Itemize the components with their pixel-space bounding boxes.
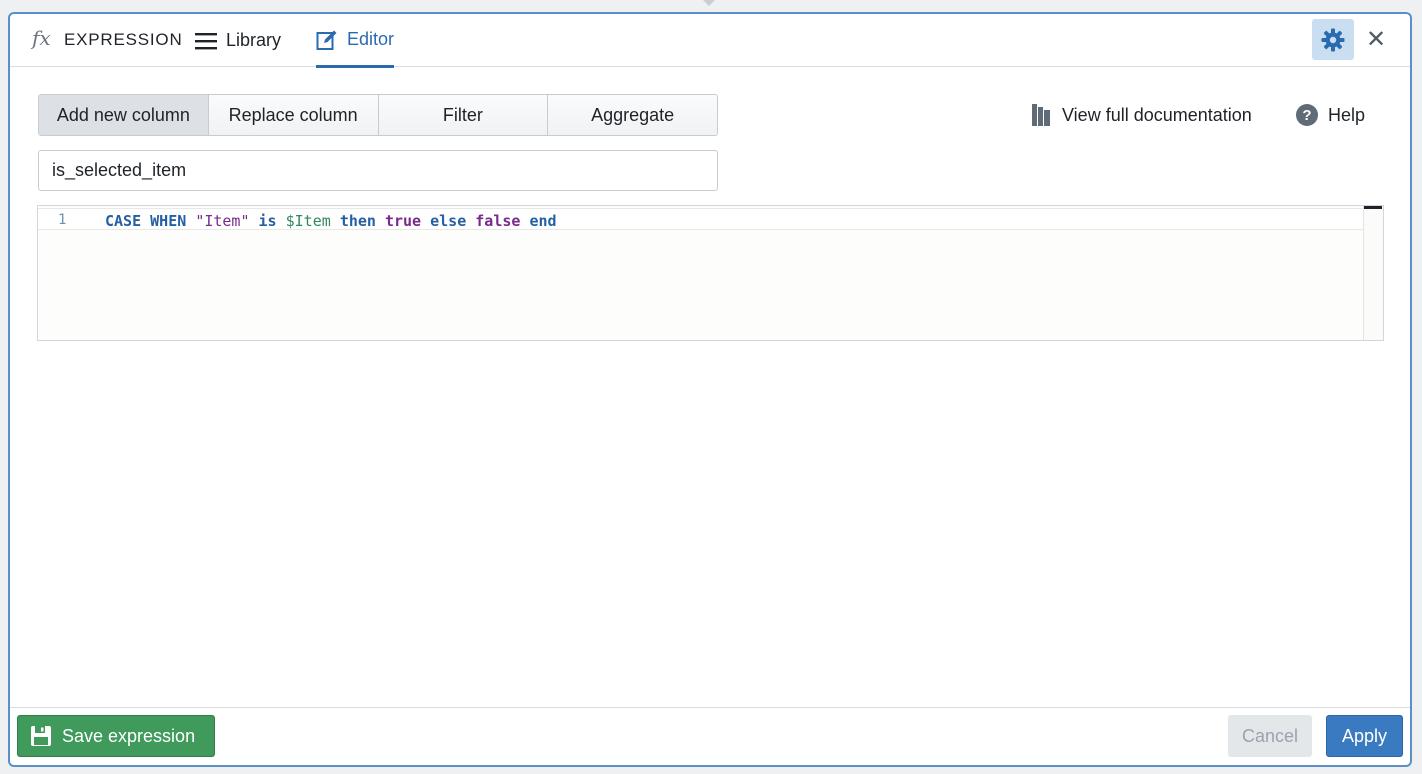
settings-button[interactable]: [1312, 19, 1354, 60]
gear-icon: [1321, 28, 1345, 51]
code-variable: $Item: [285, 212, 331, 230]
close-icon: ✕: [1365, 25, 1387, 53]
documentation-label: View full documentation: [1062, 104, 1252, 125]
cancel-button[interactable]: Cancel: [1228, 715, 1312, 757]
menu-icon: [195, 32, 217, 49]
help-label: Help: [1328, 104, 1366, 125]
code-keyword: is: [258, 212, 277, 230]
code-keyword: end: [529, 212, 557, 230]
panel-header: fx EXPRESSION Library Editor ✕: [10, 14, 1410, 68]
code-literal: true: [384, 212, 422, 230]
floppy-disk-icon: [31, 726, 51, 746]
panel-footer: Save expression Cancel Apply: [10, 707, 1410, 765]
fx-icon: fx: [32, 26, 51, 50]
save-expression-label: Save expression: [62, 725, 196, 746]
close-button[interactable]: ✕: [1364, 25, 1388, 53]
expression-panel: fx EXPRESSION Library Editor ✕ Add new c…: [8, 12, 1412, 767]
code-keyword: CASE: [105, 212, 142, 230]
mode-add-new-column[interactable]: Add new column: [39, 95, 209, 135]
code-line: 1 CASE WHEN "Item" is $Item then true el…: [38, 208, 1381, 230]
help-icon: ?: [1296, 104, 1318, 126]
code-literal: false: [475, 212, 521, 230]
code-keyword: WHEN: [150, 212, 187, 230]
mode-selector: Add new column Replace column Filter Agg…: [38, 94, 718, 136]
apply-button[interactable]: Apply: [1326, 715, 1403, 757]
code-text: CASE WHEN "Item" is $Item then true else…: [105, 212, 557, 230]
code-keyword: else: [430, 212, 467, 230]
tab-editor-label: Editor: [347, 29, 395, 49]
tab-editor[interactable]: Editor: [316, 14, 395, 68]
popover-caret: [703, 0, 715, 6]
edit-icon: [316, 30, 337, 50]
column-name-input[interactable]: [38, 150, 718, 191]
panel-title: EXPRESSION: [64, 30, 183, 49]
tab-library-label: Library: [226, 30, 282, 50]
code-keyword: then: [339, 212, 376, 230]
mode-filter[interactable]: Filter: [378, 95, 549, 135]
expression-code-editor[interactable]: 1 CASE WHEN "Item" is $Item then true el…: [37, 205, 1384, 341]
mode-aggregate[interactable]: Aggregate: [548, 95, 717, 135]
code-string: "Item": [195, 212, 250, 230]
save-expression-button[interactable]: Save expression: [17, 715, 215, 757]
mode-replace-column[interactable]: Replace column: [208, 95, 379, 135]
tab-library[interactable]: Library: [195, 14, 281, 67]
line-number: 1: [58, 212, 67, 228]
editor-scrollbar-thumb[interactable]: [1364, 206, 1382, 209]
documentation-link[interactable]: View full documentation: [1032, 104, 1252, 126]
help-link[interactable]: ? Help: [1296, 104, 1365, 126]
book-icon: [1032, 104, 1050, 126]
editor-scrollbar[interactable]: [1363, 206, 1383, 340]
